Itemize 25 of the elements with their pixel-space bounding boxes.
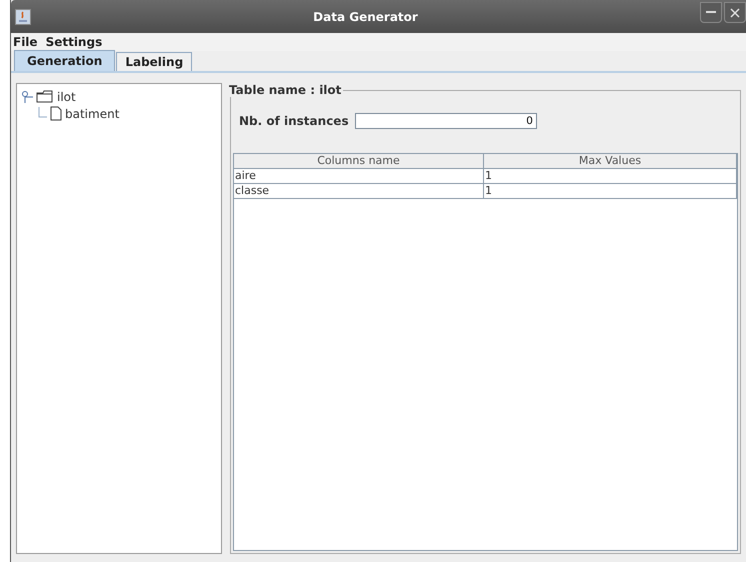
menu-item[interactable]: Settings (46, 35, 102, 49)
tree-line-icon (37, 106, 47, 120)
folder-icon (36, 90, 54, 103)
window-title: Data Generator (312, 10, 419, 24)
toggle-icon[interactable] (21, 90, 33, 102)
table-cell[interactable]: 1 (484, 184, 737, 198)
panel-title: Table name : ilot (228, 83, 342, 97)
table-cell[interactable]: aire (234, 169, 484, 183)
close-icon (730, 8, 740, 18)
column-header[interactable]: Columns name (234, 154, 484, 168)
tree-item[interactable]: batiment (65, 106, 120, 120)
menu-item[interactable]: File (13, 35, 38, 49)
instances-field[interactable]: 0 (354, 113, 537, 129)
file-icon (50, 106, 62, 121)
minimize-icon (706, 11, 716, 14)
app-icon (15, 8, 31, 24)
instances-label: Nb. of instances (239, 114, 349, 128)
tab[interactable]: Labeling (116, 52, 192, 71)
tree-item[interactable]: ilot (57, 90, 76, 104)
table-cell[interactable]: classe (234, 184, 484, 198)
close-button[interactable] (724, 2, 746, 23)
column-header[interactable]: Max Values (484, 154, 737, 168)
table-cell[interactable]: 1 (484, 169, 737, 183)
tab[interactable]: Generation (14, 50, 116, 71)
minimize-button[interactable] (700, 2, 722, 23)
